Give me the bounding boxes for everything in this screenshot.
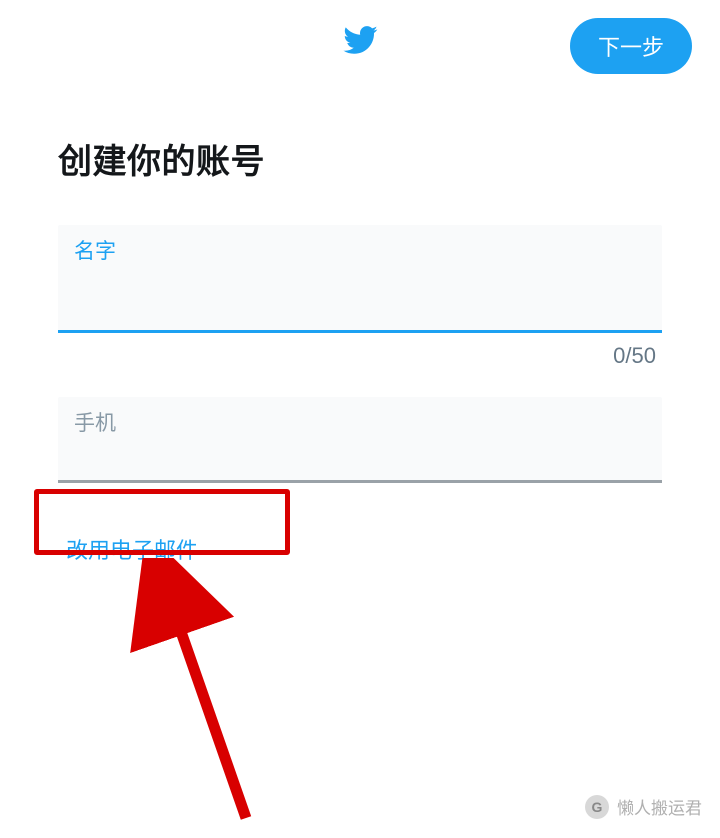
watermark-text: 懒人搬运君 — [617, 794, 702, 819]
watermark: G 懒人搬运君 — [585, 794, 702, 819]
name-input-group[interactable]: 名字 — [58, 225, 662, 333]
next-button[interactable]: 下一步 — [570, 18, 692, 74]
page-title: 创建你的账号 — [58, 134, 662, 183]
use-email-link[interactable]: 改用电子邮件 — [58, 523, 206, 575]
phone-input[interactable] — [74, 437, 646, 466]
wechat-icon: G — [585, 795, 609, 819]
twitter-logo-icon — [342, 22, 378, 63]
name-counter: 0/50 — [58, 343, 662, 369]
phone-label: 手机 — [74, 407, 646, 437]
name-input[interactable] — [74, 265, 646, 294]
annotation-arrow-icon — [126, 558, 286, 838]
phone-input-group[interactable]: 手机 — [58, 397, 662, 483]
name-label: 名字 — [74, 235, 646, 265]
